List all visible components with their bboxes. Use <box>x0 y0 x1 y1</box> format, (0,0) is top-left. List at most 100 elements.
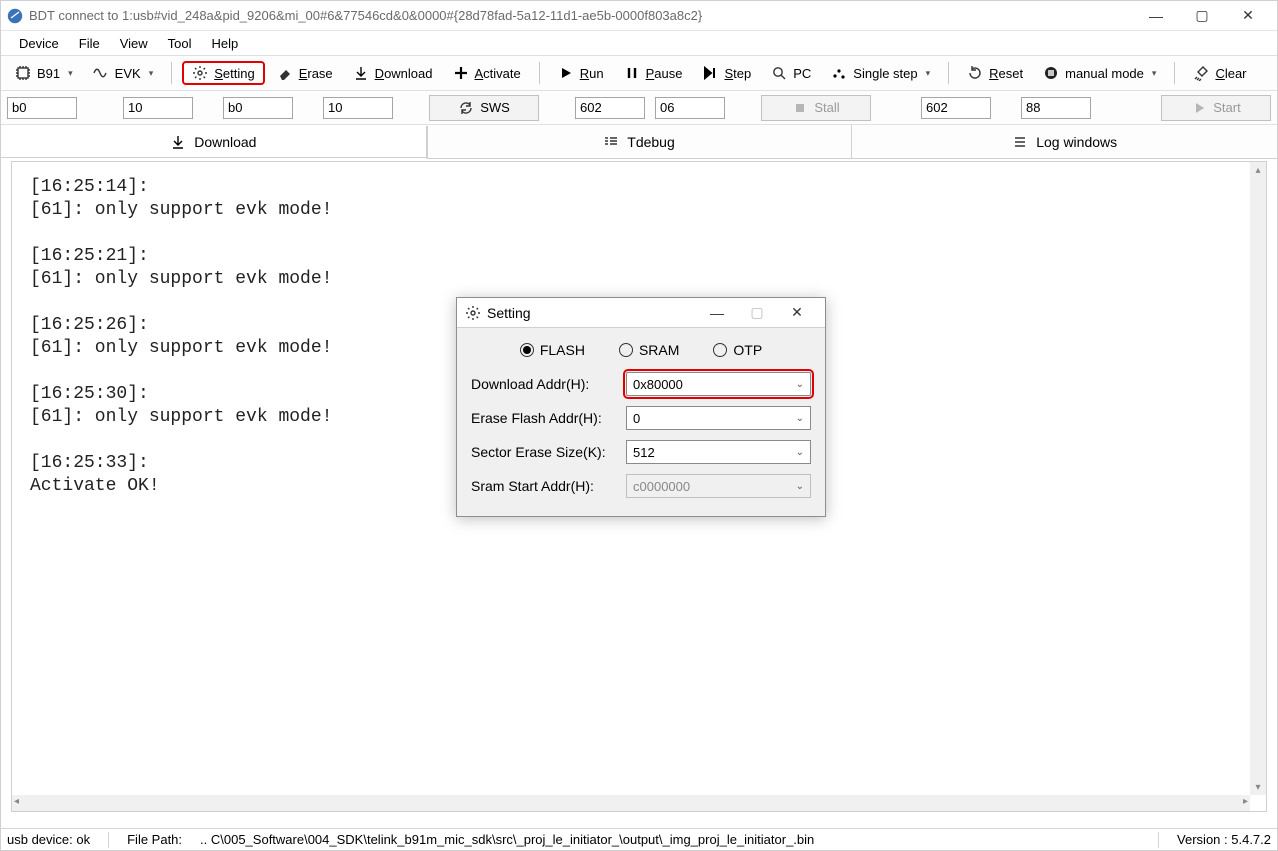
radio-dot-icon <box>713 343 727 357</box>
erase-addr-value: 0 <box>633 411 796 426</box>
start-button[interactable]: Start <box>1161 95 1271 121</box>
broom-icon <box>1193 65 1209 81</box>
download-icon <box>170 134 186 150</box>
param-input-7[interactable] <box>921 97 991 119</box>
sector-size-combo[interactable]: 512 ⌄ <box>626 440 811 464</box>
param-input-4[interactable] <box>323 97 393 119</box>
play-icon <box>1191 100 1207 116</box>
sram-addr-label: Sram Start Addr(H): <box>471 478 626 494</box>
menu-bar: Device File View Tool Help <box>1 31 1277 55</box>
reset-icon <box>967 65 983 81</box>
chip-icon <box>15 65 31 81</box>
scrollbar-vertical[interactable] <box>1250 162 1266 795</box>
run-button[interactable]: Run <box>550 62 612 84</box>
setting-button[interactable]: Setting <box>182 61 264 85</box>
stop-icon <box>792 100 808 116</box>
window-title: BDT connect to 1:usb#vid_248a&pid_9206&m… <box>29 8 1133 23</box>
param-input-8[interactable] <box>1021 97 1091 119</box>
erase-addr-label: Erase Flash Addr(H): <box>471 410 626 426</box>
radio-otp[interactable]: OTP <box>713 342 762 358</box>
clear-label: Clear <box>1215 66 1246 81</box>
sector-size-label: Sector Erase Size(K): <box>471 444 626 460</box>
setting-label: Setting <box>214 66 254 81</box>
param-input-6[interactable] <box>655 97 725 119</box>
app-icon <box>7 8 23 24</box>
menu-file[interactable]: File <box>69 34 110 53</box>
tab-bar: Download Tdebug Log windows <box>1 125 1277 159</box>
reset-button[interactable]: Reset <box>959 62 1031 84</box>
status-bar: usb device: ok File Path: .. C\005_Softw… <box>1 828 1277 850</box>
pause-label: Pause <box>646 66 683 81</box>
clear-button[interactable]: Clear <box>1185 62 1254 84</box>
dialog-titlebar: Setting — ▢ ✕ <box>457 298 825 328</box>
tab-log-label: Log windows <box>1036 134 1117 150</box>
status-filepath-label: File Path: <box>127 832 182 847</box>
sram-addr-value: c0000000 <box>633 479 796 494</box>
menu-tool[interactable]: Tool <box>158 34 202 53</box>
pause-button[interactable]: Pause <box>616 62 691 84</box>
pc-button[interactable]: PC <box>763 62 819 84</box>
single-step-label: Single step <box>853 66 917 81</box>
download-addr-combo[interactable]: 0x80000 ⌄ <box>626 372 811 396</box>
menu-device[interactable]: Device <box>9 34 69 53</box>
param-input-3[interactable] <box>223 97 293 119</box>
toolbar: B91▾ EVK▾ Setting Erase Download Activat… <box>1 55 1277 91</box>
download-addr-label: Download Addr(H): <box>471 376 626 392</box>
download-icon <box>353 65 369 81</box>
param-input-1[interactable] <box>7 97 77 119</box>
single-step-button[interactable]: Single step▾ <box>823 62 938 84</box>
radio-dot-icon <box>619 343 633 357</box>
menu-help[interactable]: Help <box>202 34 249 53</box>
tab-download[interactable]: Download <box>1 126 427 159</box>
pause-icon <box>624 65 640 81</box>
parameter-row: SWS Stall Start <box>1 91 1277 125</box>
chevron-down-icon: ⌄ <box>796 481 804 492</box>
separator <box>1158 832 1159 848</box>
step-button[interactable]: Step <box>694 62 759 84</box>
radio-flash[interactable]: FLASH <box>520 342 585 358</box>
debug-icon <box>603 134 619 150</box>
scroll-down-icon[interactable]: ▾ <box>1250 779 1266 795</box>
radio-sram[interactable]: SRAM <box>619 342 679 358</box>
erase-addr-combo[interactable]: 0 ⌄ <box>626 406 811 430</box>
maximize-button[interactable]: ▢ <box>1179 1 1225 31</box>
stall-label: Stall <box>814 100 839 115</box>
search-icon <box>771 65 787 81</box>
download-addr-value: 0x80000 <box>633 377 796 392</box>
scroll-up-icon[interactable]: ▴ <box>1250 162 1266 178</box>
param-input-2[interactable] <box>123 97 193 119</box>
erase-button[interactable]: Erase <box>269 62 341 84</box>
board-selector[interactable]: EVK▾ <box>85 62 162 84</box>
download-button[interactable]: Download <box>345 62 441 84</box>
dialog-maximize-button: ▢ <box>737 299 777 327</box>
refresh-icon <box>458 100 474 116</box>
scrollbar-horizontal[interactable]: ◂ ▸ <box>12 795 1250 811</box>
tab-tdebug[interactable]: Tdebug <box>427 125 853 158</box>
radio-dot-icon <box>520 343 534 357</box>
menu-view[interactable]: View <box>110 34 158 53</box>
activate-button[interactable]: Activate <box>445 62 529 84</box>
dialog-minimize-button[interactable]: — <box>697 299 737 327</box>
close-button[interactable]: ✕ <box>1225 1 1271 31</box>
tab-log[interactable]: Log windows <box>852 125 1277 158</box>
stall-button[interactable]: Stall <box>761 95 871 121</box>
tab-tdebug-label: Tdebug <box>627 134 674 150</box>
mode-selector[interactable]: manual mode▾ <box>1035 62 1164 84</box>
minimize-button[interactable]: — <box>1133 1 1179 31</box>
dialog-title: Setting <box>487 305 697 321</box>
step-icon <box>702 65 718 81</box>
tab-download-label: Download <box>194 134 256 150</box>
sector-size-value: 512 <box>633 445 796 460</box>
start-label: Start <box>1213 100 1240 115</box>
status-version: Version : 5.4.7.2 <box>1177 832 1271 847</box>
chip-selector[interactable]: B91▾ <box>7 62 81 84</box>
setting-dialog: Setting — ▢ ✕ FLASH SRAM OTP Download Ad… <box>456 297 826 517</box>
dialog-close-button[interactable]: ✕ <box>777 299 817 327</box>
param-input-5[interactable] <box>575 97 645 119</box>
status-filepath: .. C\005_Software\004_SDK\telink_b91m_mi… <box>200 832 1140 847</box>
chevron-down-icon: ⌄ <box>796 379 804 390</box>
pc-label: PC <box>793 66 811 81</box>
sws-button[interactable]: SWS <box>429 95 539 121</box>
run-label: Run <box>580 66 604 81</box>
memory-type-radios: FLASH SRAM OTP <box>471 342 811 358</box>
